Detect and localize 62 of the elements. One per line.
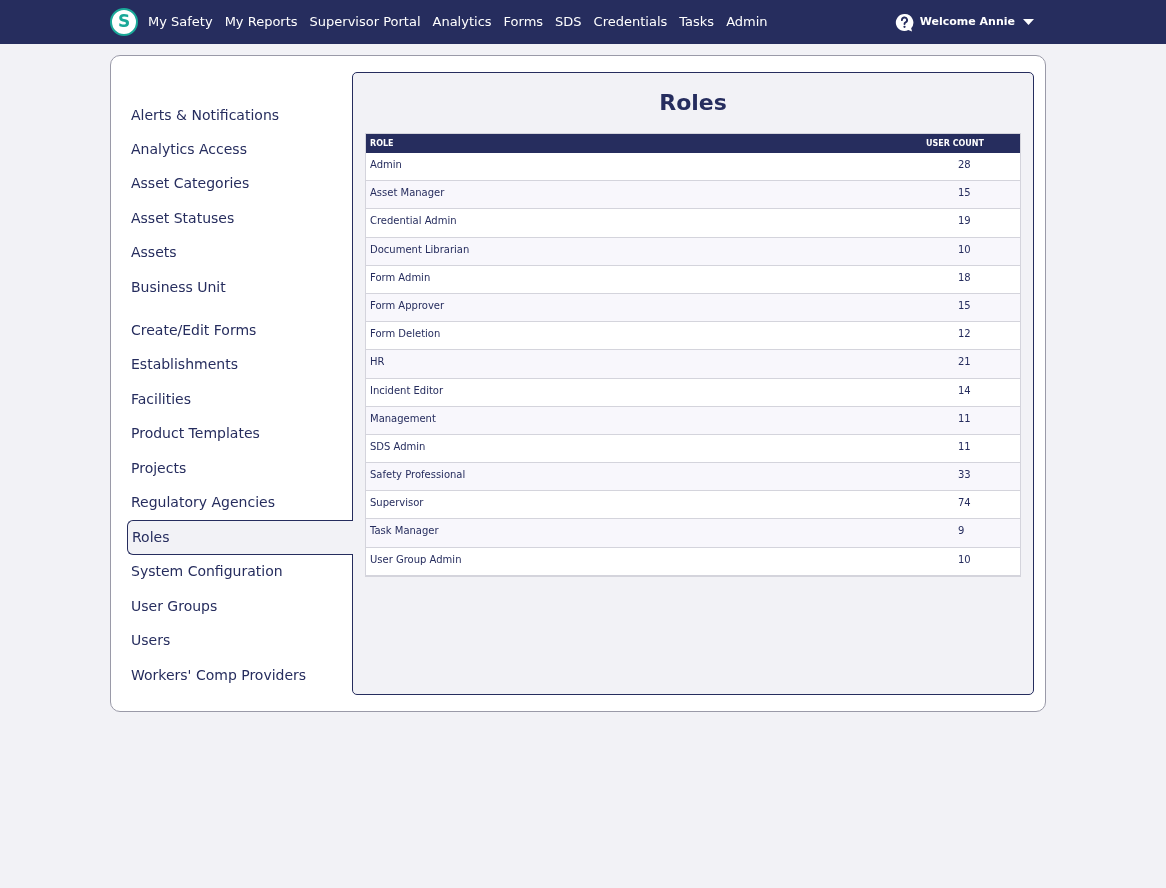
table-cell-text: Asset Manager (369, 186, 446, 201)
table-cell-text: User Group Admin (369, 552, 463, 567)
sidebar-item[interactable]: Projects (131, 450, 352, 486)
table-cell-text: 10 (958, 242, 972, 257)
sidebar-item[interactable]: Assets (131, 235, 352, 270)
sidebar-item[interactable]: Users (131, 623, 352, 658)
caret-icon (1023, 19, 1034, 25)
sidebar-item[interactable]: Workers' Comp Providers (131, 657, 352, 693)
sidebar-item[interactable]: Facilities (131, 382, 352, 417)
table-cell-text: 14 (958, 383, 972, 398)
table-cell-text: Credential Admin (369, 214, 458, 229)
nav-link[interactable]: Admin (726, 12, 768, 32)
table-cell-text: 10 (958, 552, 972, 567)
nav-link[interactable]: My Safety (148, 12, 213, 32)
sidebar-item[interactable]: Asset Categories (131, 166, 352, 202)
table-cell-text: 11 (958, 411, 972, 426)
table-cell-text: Form Admin (369, 270, 432, 285)
sidebar-item[interactable]: Product Templates (131, 416, 352, 451)
table-cell-text: 18 (958, 270, 972, 285)
sidebar-item[interactable]: Establishments (131, 347, 352, 383)
sidebar-item[interactable]: System Configuration (131, 554, 352, 590)
user-menu[interactable]: Welcome Annie (919, 13, 1034, 31)
table-cell-text: 9 (958, 524, 966, 539)
table-cell-text: 15 (958, 186, 972, 201)
table-cell-text: 21 (958, 355, 972, 370)
nav-link[interactable]: Forms (503, 12, 544, 32)
table-cell-text: Safety Professional (369, 468, 467, 483)
sidebar-item[interactable]: Create/Edit Forms (131, 313, 352, 348)
page-title: Roles (658, 89, 728, 117)
table-cell-text: 11 (958, 439, 972, 454)
column-header: USER COUNT (926, 137, 985, 150)
column-header: ROLE (369, 137, 395, 150)
table-cell-text: Task Manager (369, 524, 440, 539)
sidebar-item[interactable]: Regulatory Agencies (131, 485, 352, 520)
table-cell-text: Document Librarian (369, 242, 471, 257)
table-cell-text: 15 (958, 298, 972, 313)
sidebar-item[interactable]: Analytics Access (131, 132, 352, 167)
table-cell-text: Form Deletion (369, 327, 442, 342)
nav-link[interactable]: Tasks (679, 12, 715, 32)
table-cell-text: 33 (958, 468, 972, 483)
table-cell-text: 28 (958, 158, 972, 172)
nav-link[interactable]: Analytics (432, 12, 492, 32)
table-cell-text: 19 (958, 214, 972, 229)
table-cell-text: Incident Editor (369, 383, 445, 398)
nav-link[interactable]: Supervisor Portal (309, 12, 421, 32)
sidebar-item[interactable]: Asset Statuses (131, 201, 352, 236)
nav-link[interactable]: Credentials (593, 12, 668, 32)
nav-link[interactable]: My Reports (224, 12, 298, 32)
sidebar-item[interactable]: Business Unit (131, 269, 352, 305)
table-cell-text: 74 (958, 496, 972, 511)
sidebar-item[interactable]: User Groups (131, 589, 352, 624)
table-cell-text: Management (369, 411, 437, 426)
help-icon[interactable] (894, 12, 914, 32)
table-cell-text: Admin (369, 158, 403, 172)
table-cell-text: Supervisor (369, 496, 425, 511)
nav-link[interactable]: SDS (555, 12, 582, 32)
table-cell-text: SDS Admin (369, 439, 427, 454)
sidebar-item[interactable]: Roles (127, 519, 353, 555)
table-cell-text: Form Approver (369, 298, 446, 313)
table-cell-text: HR (369, 355, 386, 370)
sidebar-item[interactable]: Alerts & Notifications (131, 98, 352, 133)
table-cell-text: 12 (958, 327, 972, 342)
